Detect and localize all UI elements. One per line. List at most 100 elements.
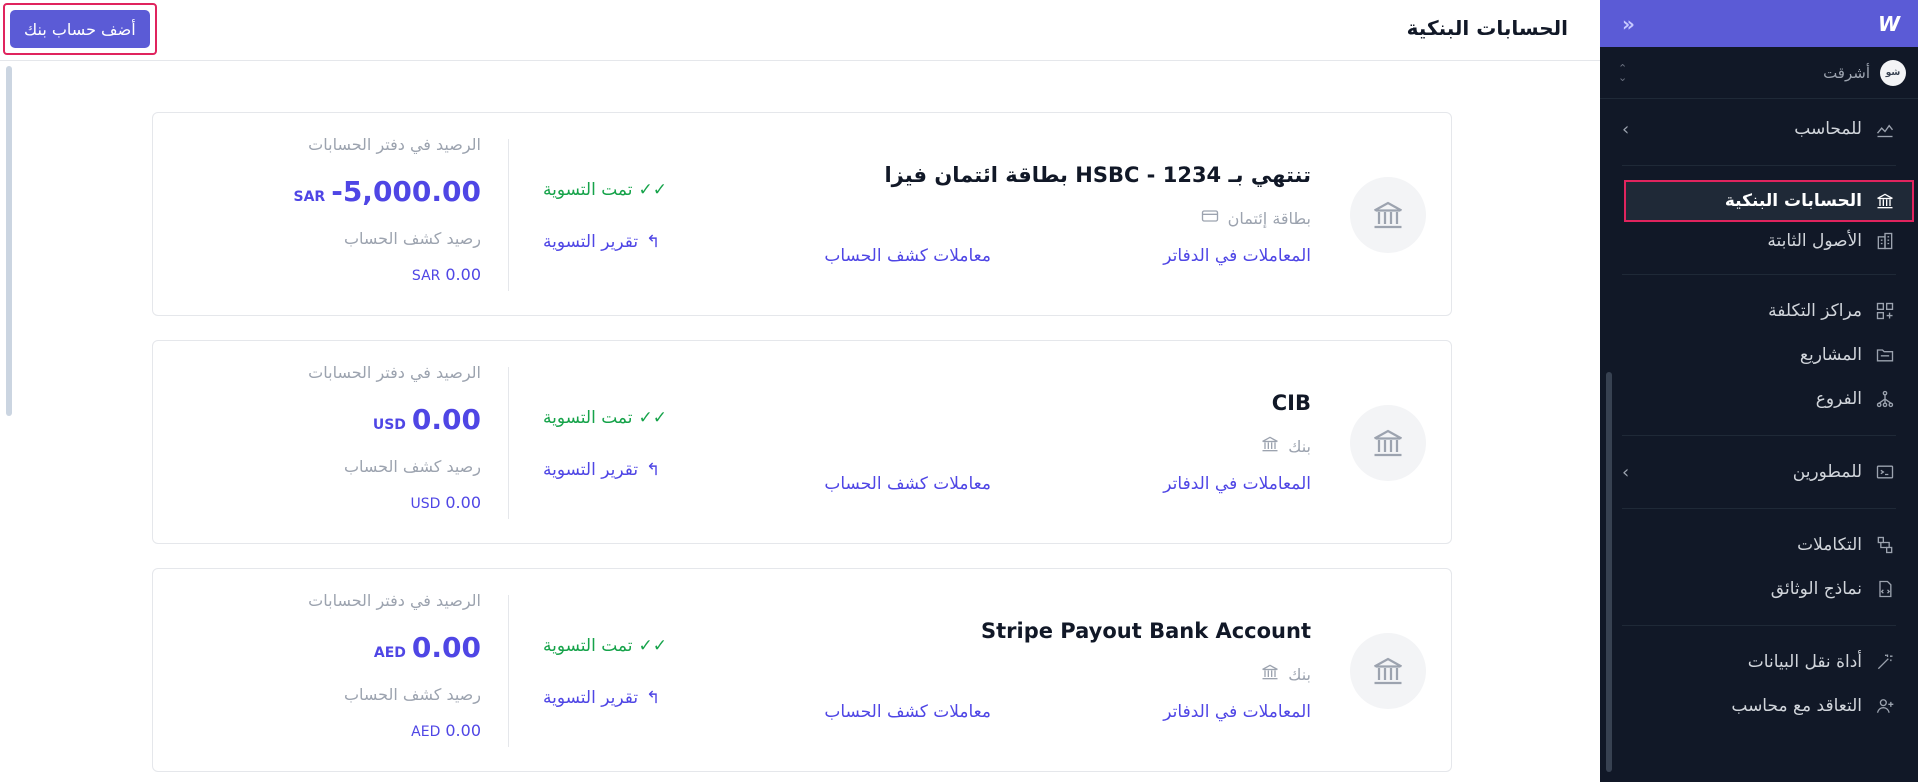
chevron-up-down-icon: ⌃ ⌄ <box>1618 61 1628 84</box>
organization-avatar: شو <box>1880 59 1906 86</box>
wand-icon <box>1874 651 1896 673</box>
reconciliation-report-link[interactable]: تقرير التسوية ↰ <box>543 232 660 252</box>
return-arrow-icon: ↰ <box>646 688 661 708</box>
account-type-label: بنك <box>1288 436 1311 456</box>
folder-icon <box>1874 344 1896 366</box>
account-type-label: بنك <box>1288 664 1311 684</box>
reconciled-status: تمت التسوية ✓✓ <box>543 408 667 428</box>
document-code-icon <box>1874 578 1896 600</box>
sidebar-group-developers[interactable]: ‹ للمطورين <box>1600 450 1918 494</box>
account-name: Stripe Payout Bank Account <box>981 619 1311 643</box>
account-type: بطاقة إئتمان <box>1200 206 1311 230</box>
sidebar-group-label: للمحاسب <box>1794 119 1862 139</box>
reconciled-status: تمت التسوية ✓✓ <box>543 180 667 200</box>
sidebar-item-label: مراكز التكلفة <box>1768 301 1862 321</box>
reconciliation-report-link[interactable]: تقرير التسوية ↰ <box>543 460 660 480</box>
amount: 0.00 <box>445 265 481 284</box>
sidebar-item-label: الحسابات البنكية <box>1724 191 1862 211</box>
add-bank-button-highlight: أضف حساب بنك <box>3 3 157 55</box>
reconciled-label: تمت التسوية <box>543 636 633 656</box>
bank-icon <box>1260 434 1280 458</box>
ledger-transactions-link[interactable]: المعاملات في الدفاتر <box>1163 474 1311 494</box>
chart-line-icon <box>1874 118 1896 140</box>
sidebar-scrollbar[interactable] <box>1606 372 1612 772</box>
page-header: الحسابات البنكية أضف حساب بنك <box>0 0 1600 61</box>
bank-account-card: CIB بنك المعاملات في الدفاتر معاملات كشف… <box>152 340 1452 544</box>
sidebar-item-projects[interactable]: المشاريع <box>1600 333 1918 377</box>
statement-transactions-link[interactable]: معاملات كشف الحساب <box>824 702 991 722</box>
report-label: تقرير التسوية <box>543 688 639 708</box>
double-check-icon: ✓✓ <box>638 180 667 200</box>
ledger-transactions-link[interactable]: المعاملات في الدفاتر <box>1163 702 1311 722</box>
ledger-balance-label: الرصيد في دفتر الحسابات <box>308 135 481 154</box>
sidebar-item-fixed-assets[interactable]: الأصول الثابتة <box>1600 222 1918 260</box>
statement-transactions-link[interactable]: معاملات كشف الحساب <box>824 246 991 266</box>
amount: 0.00 <box>445 493 481 512</box>
organization-name: أشرقت <box>1823 63 1870 82</box>
ledger-balance: AED 0.00 <box>374 631 481 664</box>
return-arrow-icon: ↰ <box>646 460 661 480</box>
sidebar-item-branches[interactable]: الفروع <box>1600 377 1918 421</box>
sidebar-item-label: التكاملات <box>1797 535 1862 555</box>
ledger-balance-label: الرصيد في دفتر الحسابات <box>308 363 481 382</box>
ledger-balance-label: الرصيد في دفتر الحسابات <box>308 591 481 610</box>
sidebar-item-label: الأصول الثابتة <box>1767 231 1862 251</box>
divider <box>508 139 509 291</box>
sidebar-item-label: الفروع <box>1815 389 1862 409</box>
bank-account-card: Stripe Payout Bank Account بنك المعاملات… <box>152 568 1452 772</box>
organization-switcher[interactable]: ⌃ ⌄ أشرقت شو <box>1600 47 1918 99</box>
reconciled-label: تمت التسوية <box>543 408 633 428</box>
bank-building-icon <box>1350 633 1426 709</box>
account-name: بطاقة ائتمان فيزا HSBC - تنتهي بـ 1234 <box>884 163 1311 187</box>
main-scrollbar[interactable] <box>6 66 12 416</box>
sidebar-item-integrations[interactable]: التكاملات <box>1600 523 1918 567</box>
account-type: بنك <box>1260 662 1311 686</box>
statement-balance: SAR 0.00 <box>412 265 481 284</box>
currency: SAR <box>411 268 441 284</box>
bank-building-icon <box>1350 405 1426 481</box>
statement-balance-label: رصيد كشف الحساب <box>343 685 481 704</box>
amount: 0.00 <box>411 631 481 664</box>
ledger-transactions-link[interactable]: المعاملات في الدفاتر <box>1163 246 1311 266</box>
sidebar-item-bank-accounts[interactable]: الحسابات البنكية <box>1624 180 1914 222</box>
integrations-icon <box>1874 534 1896 556</box>
amount: 0.00 <box>411 403 481 436</box>
return-arrow-icon: ↰ <box>646 232 661 252</box>
sidebar-group-accountants[interactable]: ‹ للمحاسب <box>1600 107 1918 151</box>
divider <box>508 367 509 519</box>
bank-icon <box>1874 190 1896 212</box>
user-plus-icon <box>1874 695 1896 717</box>
account-name: CIB <box>1271 391 1311 415</box>
sidebar-nav: ‹ للمحاسب الحسابات البنكية الأصول الثابت… <box>1600 107 1918 728</box>
bank-account-card: بطاقة ائتمان فيزا HSBC - تنتهي بـ 1234 ب… <box>152 112 1452 316</box>
statement-balance-label: رصيد كشف الحساب <box>343 229 481 248</box>
sidebar-item-cost-centers[interactable]: مراكز التكلفة <box>1600 289 1918 333</box>
app-logo[interactable]: W <box>1878 12 1900 36</box>
sidebar-item-label: أداة نقل البيانات <box>1747 652 1862 672</box>
report-label: تقرير التسوية <box>543 232 639 252</box>
ledger-balance: USD 0.00 <box>373 403 481 436</box>
ledger-balance: SAR -5,000.00 <box>294 175 482 208</box>
currency: AED <box>373 645 406 661</box>
credit-card-icon <box>1200 206 1220 230</box>
bank-accounts-list: بطاقة ائتمان فيزا HSBC - تنتهي بـ 1234 ب… <box>152 112 1452 782</box>
reconciliation-report-link[interactable]: تقرير التسوية ↰ <box>543 688 660 708</box>
sidebar-header: » W <box>1600 0 1918 47</box>
add-bank-account-button[interactable]: أضف حساب بنك <box>10 10 150 48</box>
sidebar-group-label: للمطورين <box>1792 462 1862 482</box>
statement-transactions-link[interactable]: معاملات كشف الحساب <box>824 474 991 494</box>
account-type-label: بطاقة إئتمان <box>1227 208 1311 228</box>
sidebar-item-data-migration[interactable]: أداة نقل البيانات <box>1600 640 1918 684</box>
buildings-icon <box>1874 230 1896 252</box>
sidebar-item-hire-accountant[interactable]: التعاقد مع محاسب <box>1600 684 1918 728</box>
sidebar-item-doc-templates[interactable]: نماذج الوثائق <box>1600 567 1918 611</box>
amount: -5,000.00 <box>331 175 481 208</box>
double-check-icon: ✓✓ <box>638 408 667 428</box>
account-type: بنك <box>1260 434 1311 458</box>
terminal-icon <box>1874 461 1896 483</box>
bank-building-icon <box>1350 177 1426 253</box>
sidebar-item-label: نماذج الوثائق <box>1770 579 1862 599</box>
sidebar-item-label: المشاريع <box>1799 345 1862 365</box>
grid-plus-icon <box>1874 300 1896 322</box>
collapse-sidebar-icon[interactable]: » <box>1622 12 1635 36</box>
